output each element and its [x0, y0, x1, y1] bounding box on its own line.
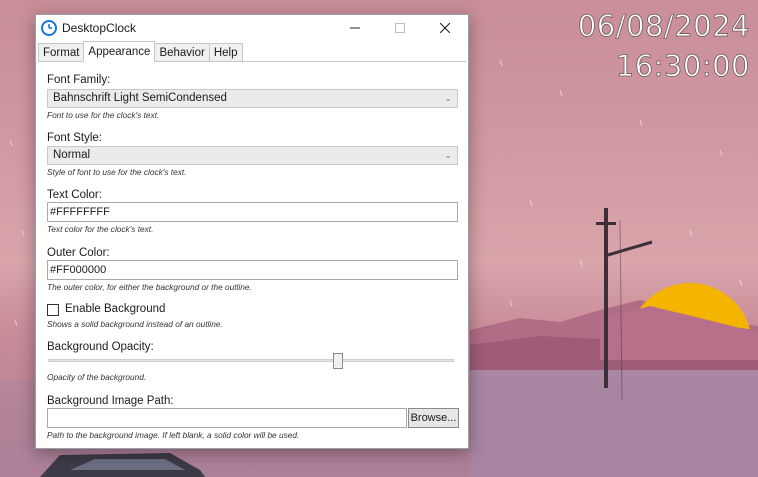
enable-background-hint: Shows a solid background instead of an o… — [47, 319, 223, 329]
chevron-down-icon: ⌄ — [444, 150, 452, 160]
text-color-label: Text Color: — [47, 189, 102, 201]
title-bar[interactable]: DesktopClock — [36, 15, 468, 41]
background-image-path-label: Background Image Path: — [47, 395, 174, 407]
clock-icon — [41, 20, 57, 36]
slider-thumb[interactable] — [333, 353, 344, 369]
enable-background-checkbox[interactable] — [47, 304, 59, 316]
browse-button[interactable]: Browse... — [408, 408, 459, 428]
minimize-icon — [350, 27, 360, 29]
enable-background-label[interactable]: Enable Background — [65, 303, 165, 315]
chevron-down-icon: ⌄ — [444, 93, 452, 103]
background-image-path-hint: Path to the background image. If left bl… — [47, 430, 300, 440]
outer-color-hint: The outer color, for either the backgrou… — [47, 282, 252, 292]
font-style-label: Font Style: — [47, 132, 102, 144]
tab-format[interactable]: Format — [38, 43, 85, 62]
settings-window: DesktopClock Format Appearance Behavior … — [35, 14, 469, 449]
background-opacity-hint: Opacity of the background. — [47, 372, 147, 382]
background-opacity-slider[interactable] — [48, 359, 454, 362]
outer-color-label: Outer Color: — [47, 247, 110, 259]
tab-help[interactable]: Help — [208, 43, 243, 62]
background-image-path-input[interactable] — [47, 408, 407, 428]
text-color-input[interactable]: #FFFFFFFF — [47, 202, 458, 222]
maximize-icon — [395, 23, 405, 33]
tab-behavior[interactable]: Behavior — [154, 43, 210, 62]
font-style-value: Normal — [53, 149, 91, 161]
close-icon — [440, 23, 450, 33]
font-style-select[interactable]: Normal ⌄ — [47, 146, 458, 165]
minimize-button[interactable] — [332, 15, 378, 41]
background-opacity-label: Background Opacity: — [47, 341, 154, 353]
maximize-button[interactable] — [377, 15, 423, 41]
font-family-label: Font Family: — [47, 74, 111, 86]
desktop-clock-display: 06/08/2024 16:30:00 — [577, 9, 750, 84]
text-color-hint: Text color for the clock's text. — [47, 224, 154, 234]
close-button[interactable] — [422, 15, 468, 41]
outer-color-input[interactable]: #FF000000 — [47, 260, 458, 280]
font-family-hint: Font to use for the clock's text. — [47, 110, 160, 120]
tab-strip: Format Appearance Behavior Help — [38, 41, 243, 62]
tab-appearance[interactable]: Appearance — [83, 41, 156, 62]
window-title: DesktopClock — [62, 21, 137, 35]
font-family-select[interactable]: Bahnschrift Light SemiCondensed ⌄ — [47, 89, 458, 108]
font-style-hint: Style of font to use for the clock's tex… — [47, 167, 187, 177]
font-family-value: Bahnschrift Light SemiCondensed — [53, 92, 227, 104]
